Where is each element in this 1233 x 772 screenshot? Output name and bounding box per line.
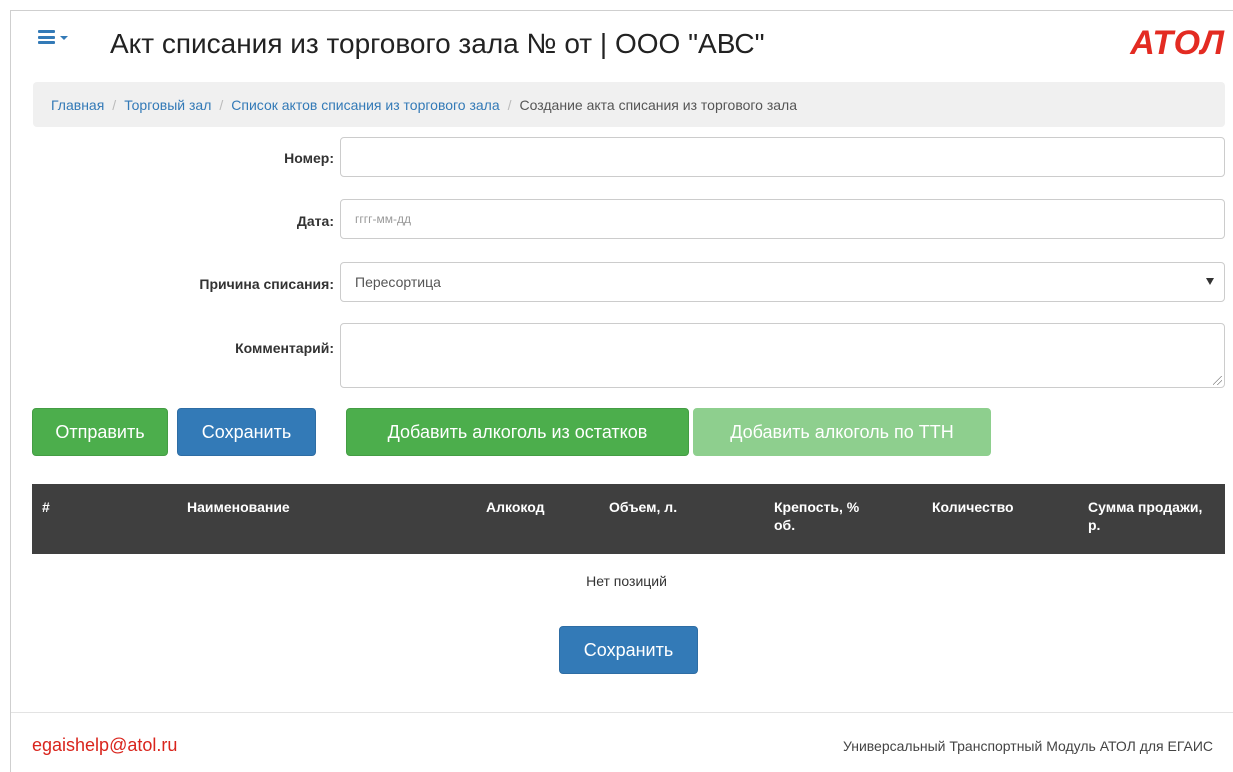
hamburger-menu-icon <box>38 30 55 44</box>
menu-toggle-button[interactable] <box>38 30 68 44</box>
date-label: Дата: <box>296 213 334 229</box>
reason-select[interactable]: Пересортица <box>340 262 1225 302</box>
breadcrumb: Главная / Торговый зал / Список актов сп… <box>33 82 1225 127</box>
page-header: Акт списания из торгового зала № от | ОО… <box>30 22 1225 70</box>
comment-textarea[interactable] <box>340 323 1225 388</box>
support-email-link[interactable]: egaishelp@atol.ru <box>32 735 177 756</box>
footer-product-name: Универсальный Транспортный Модуль АТОЛ д… <box>842 738 1213 754</box>
atol-logo: АТОЛ <box>1130 24 1225 62</box>
dropdown-arrow-icon <box>1206 278 1214 285</box>
number-label: Номер: <box>284 150 334 166</box>
add-by-ttn-button[interactable]: Добавить алкоголь по ТТН <box>693 408 991 456</box>
column-header-sale-sum: Сумма продажи, р. <box>1088 499 1203 533</box>
save-button[interactable]: Сохранить <box>177 408 316 456</box>
comment-field-wrapper <box>340 323 1225 388</box>
positions-table-header: # Наименование Алкокод Объем, л. Крепост… <box>32 484 1225 554</box>
bottom-save-button[interactable]: Сохранить <box>559 626 698 674</box>
date-input[interactable] <box>340 199 1225 239</box>
column-header-strength: Крепость, % об. <box>774 499 860 533</box>
chevron-down-icon <box>60 36 68 40</box>
comment-form-row: Комментарий: <box>30 323 1225 389</box>
breadcrumb-separator: / <box>219 96 224 113</box>
breadcrumb-home-link[interactable]: Главная <box>51 97 104 113</box>
column-header-index: # <box>42 499 50 515</box>
number-form-row: Номер: <box>30 137 1225 179</box>
breadcrumb-separator: / <box>507 96 512 113</box>
add-from-stock-button[interactable]: Добавить алкоголь из остатков <box>346 408 689 456</box>
resize-grip-icon[interactable] <box>1213 376 1222 385</box>
breadcrumb-sales-floor-link[interactable]: Торговый зал <box>124 97 211 113</box>
breadcrumb-separator: / <box>112 96 117 113</box>
reason-form-row: Причина списания: Пересортица <box>30 262 1225 304</box>
number-input[interactable] <box>340 137 1225 177</box>
page-title: Акт списания из торгового зала № от | ОО… <box>110 28 765 59</box>
comment-label: Комментарий: <box>235 340 334 356</box>
breadcrumb-writeoff-list-link[interactable]: Список актов списания из торгового зала <box>231 97 499 113</box>
column-header-name: Наименование <box>187 499 290 515</box>
empty-table-message: Нет позиций <box>586 573 667 589</box>
column-header-volume: Объем, л. <box>609 499 678 515</box>
column-header-alcocode: Алкокод <box>486 499 545 515</box>
breadcrumb-current-page: Создание акта списания из торгового зала <box>519 96 798 113</box>
send-button[interactable]: Отправить <box>32 408 168 456</box>
column-header-quantity: Количество <box>932 499 1014 515</box>
reason-selected-value: Пересортица <box>355 274 441 290</box>
footer-divider <box>11 712 1233 713</box>
reason-label: Причина списания: <box>199 276 334 292</box>
date-form-row: Дата: <box>30 199 1225 241</box>
